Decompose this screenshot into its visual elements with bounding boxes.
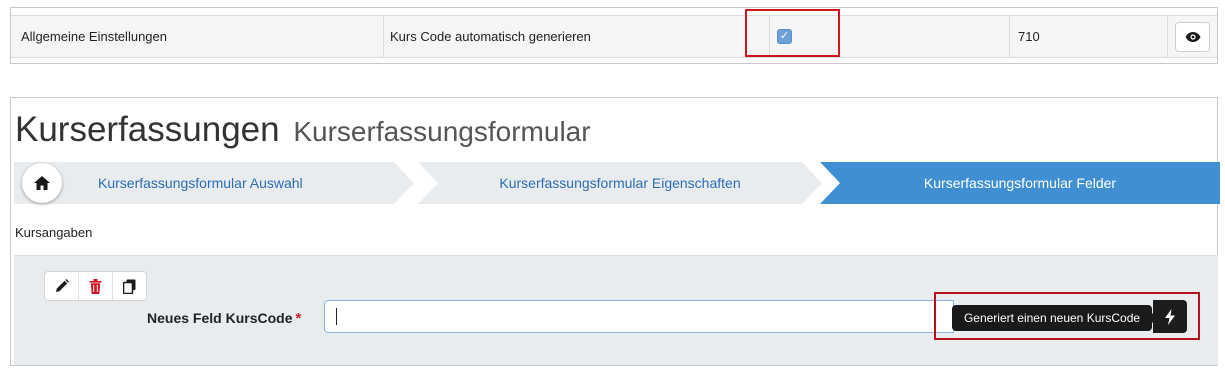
- checkbox-highlight-frame: [745, 9, 840, 57]
- wizard-step-label: Kurserfassungsformular Felder: [923, 175, 1117, 191]
- field-toolbar: [44, 271, 147, 301]
- generate-highlight-frame: [934, 292, 1200, 340]
- wizard-step-auswahl[interactable]: Kurserfassungsformular Auswahl: [14, 162, 414, 204]
- edit-button[interactable]: [45, 272, 79, 300]
- wizard-step-label: Kurserfassungsformular Auswahl: [98, 175, 303, 191]
- section-label: Kursangaben: [15, 225, 93, 240]
- wizard-step-label: Kurserfassungsformular Eigenschaften: [499, 175, 741, 191]
- value-cell: 710: [1009, 16, 1167, 57]
- home-button[interactable]: [22, 163, 62, 203]
- eye-icon: [1185, 32, 1200, 42]
- kurscode-input[interactable]: [324, 300, 954, 333]
- home-icon: [34, 176, 50, 190]
- table-row: Allgemeine Einstellungen Kurs Code autom…: [11, 15, 1217, 58]
- trash-icon: [89, 278, 102, 294]
- text-cursor: [336, 308, 337, 325]
- wizard-step-felder[interactable]: Kurserfassungsformular Felder: [820, 162, 1220, 204]
- kurscode-field-label: Neues Feld KursCode *: [147, 310, 301, 327]
- required-marker: *: [295, 310, 302, 327]
- setting-cell: Kurs Code automatisch generieren: [383, 16, 769, 57]
- page-subtitle: Kurserfassungsformular: [293, 116, 591, 147]
- copy-button[interactable]: [113, 272, 146, 300]
- wizard-step-eigenschaften[interactable]: Kurserfassungsformular Eigenschaften: [418, 162, 822, 204]
- wizard-breadcrumb: Kurserfassungsformular Auswahl Kurserfas…: [14, 162, 1220, 204]
- page-title: Kurserfassungen Kurserfassungsformular: [15, 110, 591, 150]
- view-button[interactable]: [1175, 22, 1210, 52]
- settings-table: Allgemeine Einstellungen Kurs Code autom…: [10, 7, 1218, 64]
- category-cell: Allgemeine Einstellungen: [21, 29, 167, 44]
- pencil-icon: [55, 279, 69, 292]
- delete-button[interactable]: [79, 272, 113, 300]
- copy-icon: [123, 279, 136, 294]
- field-label-text: Neues Feld KursCode: [147, 310, 293, 326]
- page-title-main: Kurserfassungen: [15, 110, 280, 149]
